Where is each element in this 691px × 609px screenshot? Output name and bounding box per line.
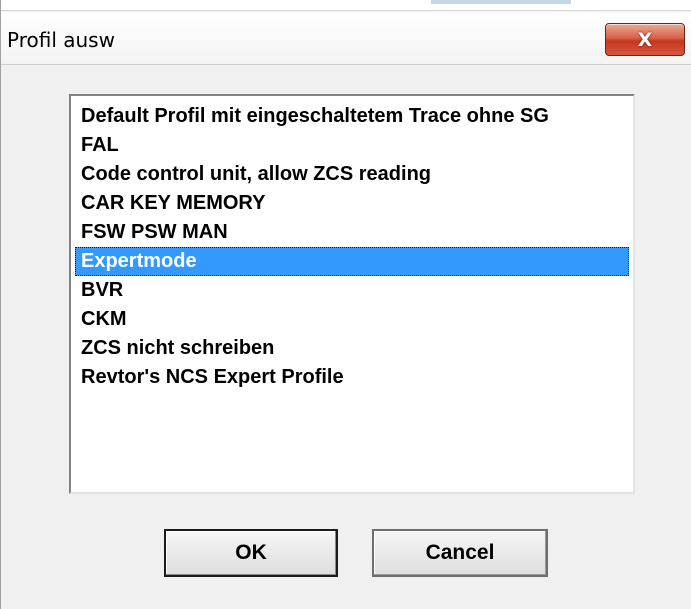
list-item-fal[interactable]: FAL <box>75 131 629 160</box>
list-item-car-key-memory[interactable]: CAR KEY MEMORY <box>75 189 629 218</box>
profile-listbox[interactable]: Default Profil mit eingeschaltetem Trace… <box>69 94 635 494</box>
list-item-expertmode[interactable]: Expertmode <box>75 247 629 276</box>
title-bar[interactable]: Profil ausw X <box>1 12 691 65</box>
list-item-zcs-nicht-schreiben[interactable]: ZCS nicht schreiben <box>75 334 629 363</box>
close-button[interactable]: X <box>605 23 685 56</box>
list-item-default-profil[interactable]: Default Profil mit eingeschaltetem Trace… <box>75 102 629 131</box>
close-icon: X <box>637 28 653 51</box>
ok-button[interactable]: OK <box>164 529 338 577</box>
list-item-bvr[interactable]: BVR <box>75 276 629 305</box>
list-item-code-control-unit[interactable]: Code control unit, allow ZCS reading <box>75 160 629 189</box>
list-item-ckm[interactable]: CKM <box>75 305 629 334</box>
profile-list-items: Default Profil mit eingeschaltetem Trace… <box>75 102 629 392</box>
profile-select-dialog: Profil ausw X Default Profil mit eingesc… <box>0 0 691 609</box>
list-item-revtors-ncs-expert-profile[interactable]: Revtor's NCS Expert Profile <box>75 363 629 392</box>
window-top-edge <box>1 0 691 11</box>
list-item-fsw-psw-man[interactable]: FSW PSW MAN <box>75 218 629 247</box>
window-title: Profil ausw <box>7 28 115 52</box>
cancel-button[interactable]: Cancel <box>372 529 548 577</box>
window-top-edge-highlight <box>431 0 571 4</box>
